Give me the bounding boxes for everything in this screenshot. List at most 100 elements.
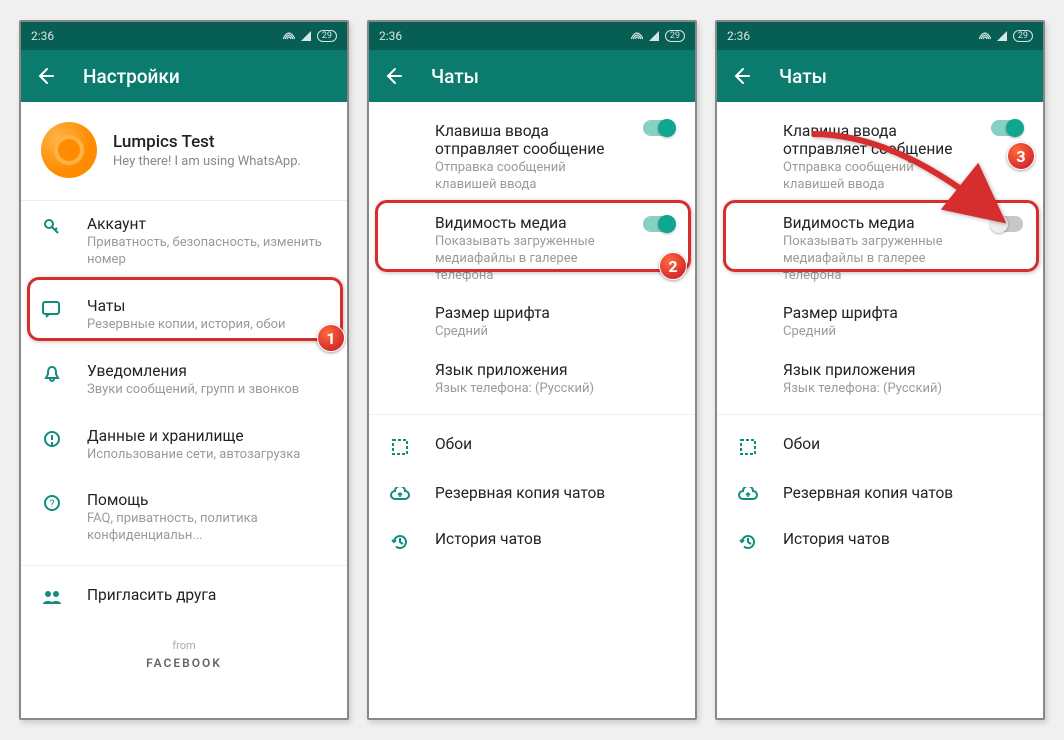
status-right: 29: [979, 30, 1033, 42]
divider: [717, 414, 1043, 415]
row-wallpaper[interactable]: Обои: [717, 421, 1043, 470]
status-bar: 2:36 29: [369, 22, 695, 50]
row-title: Данные и хранилище: [87, 427, 300, 445]
row-wallpaper[interactable]: Обои: [369, 421, 695, 470]
row-sub: Приватность, безопасность, изменить номе…: [87, 235, 327, 269]
row-enter-send[interactable]: Клавиша ввода отправляет сообщение Отпра…: [369, 102, 695, 204]
app-bar: Настройки: [21, 50, 347, 102]
row-backup[interactable]: Резервная копия чатов: [369, 470, 695, 516]
row-sub: Средний: [783, 324, 898, 341]
back-icon[interactable]: [35, 66, 55, 86]
profile-name: Lumpics Test: [113, 132, 301, 152]
settings-invite[interactable]: Пригласить друга: [21, 572, 347, 619]
row-title: Аккаунт: [87, 215, 327, 233]
row-title: Размер шрифта: [435, 304, 550, 322]
profile-row[interactable]: Lumpics Test Hey there! I am using Whats…: [21, 102, 347, 201]
history-icon: [389, 533, 411, 551]
toggle-enter-send[interactable]: [991, 120, 1023, 136]
toggle-media-visibility[interactable]: [991, 216, 1023, 232]
battery-icon: 29: [317, 30, 337, 42]
toggle-media-visibility[interactable]: [643, 216, 675, 232]
row-sub: Звуки сообщений, групп и звонков: [87, 382, 299, 399]
row-title: Клавиша ввода отправляет сообщение: [783, 122, 975, 158]
battery-icon: 29: [1013, 30, 1033, 42]
appbar-title: Настройки: [83, 65, 180, 88]
status-time: 2:36: [727, 29, 750, 43]
settings-content: Lumpics Test Hey there! I am using Whats…: [21, 102, 347, 718]
appbar-title: Чаты: [431, 65, 479, 88]
row-title: Пригласить друга: [87, 586, 216, 604]
status-right: 29: [283, 30, 337, 42]
settings-notifications[interactable]: Уведомления Звуки сообщений, групп и зво…: [21, 348, 347, 413]
signal-icon: [283, 31, 295, 41]
row-title: Видимость медиа: [435, 214, 627, 232]
status-bar: 2:36 29: [717, 22, 1043, 50]
row-title: Уведомления: [87, 362, 299, 380]
wifi-icon: [649, 31, 659, 41]
facebook-label: FACEBOOK: [21, 656, 347, 670]
avatar: [41, 122, 97, 178]
chats-content: Клавиша ввода отправляет сообщение Отпра…: [369, 102, 695, 718]
chat-icon: [41, 300, 63, 318]
appbar-title: Чаты: [779, 65, 827, 88]
row-title: Язык приложения: [435, 361, 594, 379]
app-bar: Чаты: [369, 50, 695, 102]
wallpaper-icon: [389, 438, 411, 456]
cloud-icon: [737, 487, 759, 501]
settings-account[interactable]: Аккаунт Приватность, безопасность, измен…: [21, 201, 347, 283]
cloud-icon: [389, 487, 411, 501]
row-sub: Использование сети, автозагрузка: [87, 447, 300, 464]
row-enter-send[interactable]: Клавиша ввода отправляет сообщение Отпра…: [717, 102, 1043, 204]
data-icon: [41, 430, 63, 448]
settings-help[interactable]: ? Помощь FAQ, приватность, политика конф…: [21, 477, 347, 559]
row-title: Резервная копия чатов: [783, 484, 953, 502]
row-app-language[interactable]: Язык приложения Язык телефона: (Русский): [369, 351, 695, 408]
row-title: Клавиша ввода отправляет сообщение: [435, 122, 627, 158]
row-font-size[interactable]: Размер шрифта Средний: [717, 294, 1043, 351]
status-bar: 2:36 29: [21, 22, 347, 50]
status-right: 29: [631, 30, 685, 42]
from-label: from: [21, 639, 347, 652]
row-history[interactable]: История чатов: [717, 516, 1043, 565]
profile-status: Hey there! I am using WhatsApp.: [113, 154, 301, 169]
row-app-language[interactable]: Язык приложения Язык телефона: (Русский): [717, 351, 1043, 408]
row-sub: Язык телефона: (Русский): [783, 381, 942, 398]
row-history[interactable]: История чатов: [369, 516, 695, 565]
settings-data[interactable]: Данные и хранилище Использование сети, а…: [21, 413, 347, 478]
signal-icon: [631, 31, 643, 41]
status-time: 2:36: [379, 29, 402, 43]
back-icon[interactable]: [383, 66, 403, 86]
row-sub: Показывать загруженные медиафайлы в гале…: [783, 234, 975, 285]
phone-chats-on: 2:36 29 Чаты Клавиша ввода отправляет со…: [367, 20, 697, 720]
row-media-visibility[interactable]: Видимость медиа Показывать загруженные м…: [717, 204, 1043, 295]
svg-text:?: ?: [50, 499, 55, 510]
row-backup[interactable]: Резервная копия чатов: [717, 470, 1043, 516]
row-title: Чаты: [87, 297, 286, 315]
row-title: История чатов: [435, 530, 542, 548]
signal-icon: [979, 31, 991, 41]
row-font-size[interactable]: Размер шрифта Средний: [369, 294, 695, 351]
row-title: Размер шрифта: [783, 304, 898, 322]
row-title: Язык приложения: [783, 361, 942, 379]
phone-chats-off: 2:36 29 Чаты Клавиша ввода отправляет со…: [715, 20, 1045, 720]
people-icon: [41, 589, 63, 605]
row-sub: Средний: [435, 324, 550, 341]
key-icon: [41, 218, 63, 236]
row-title: Обои: [783, 435, 820, 453]
history-icon: [737, 533, 759, 551]
row-media-visibility[interactable]: Видимость медиа Показывать загруженные м…: [369, 204, 695, 295]
row-title: Помощь: [87, 491, 327, 509]
row-sub: Показывать загруженные медиафайлы в гале…: [435, 234, 627, 285]
row-sub: Отправка сообщений клавишей ввода: [783, 160, 975, 194]
row-sub: FAQ, приватность, политика конфиденциаль…: [87, 511, 327, 545]
help-icon: ?: [41, 494, 63, 512]
settings-chats[interactable]: Чаты Резервные копии, история, обои: [21, 283, 347, 348]
back-icon[interactable]: [731, 66, 751, 86]
row-sub: Отправка сообщений клавишей ввода: [435, 160, 627, 194]
status-time: 2:36: [31, 29, 54, 43]
wifi-icon: [997, 31, 1007, 41]
toggle-enter-send[interactable]: [643, 120, 675, 136]
row-sub: Язык телефона: (Русский): [435, 381, 594, 398]
wallpaper-icon: [737, 438, 759, 456]
row-sub: Резервные копии, история, обои: [87, 317, 286, 334]
